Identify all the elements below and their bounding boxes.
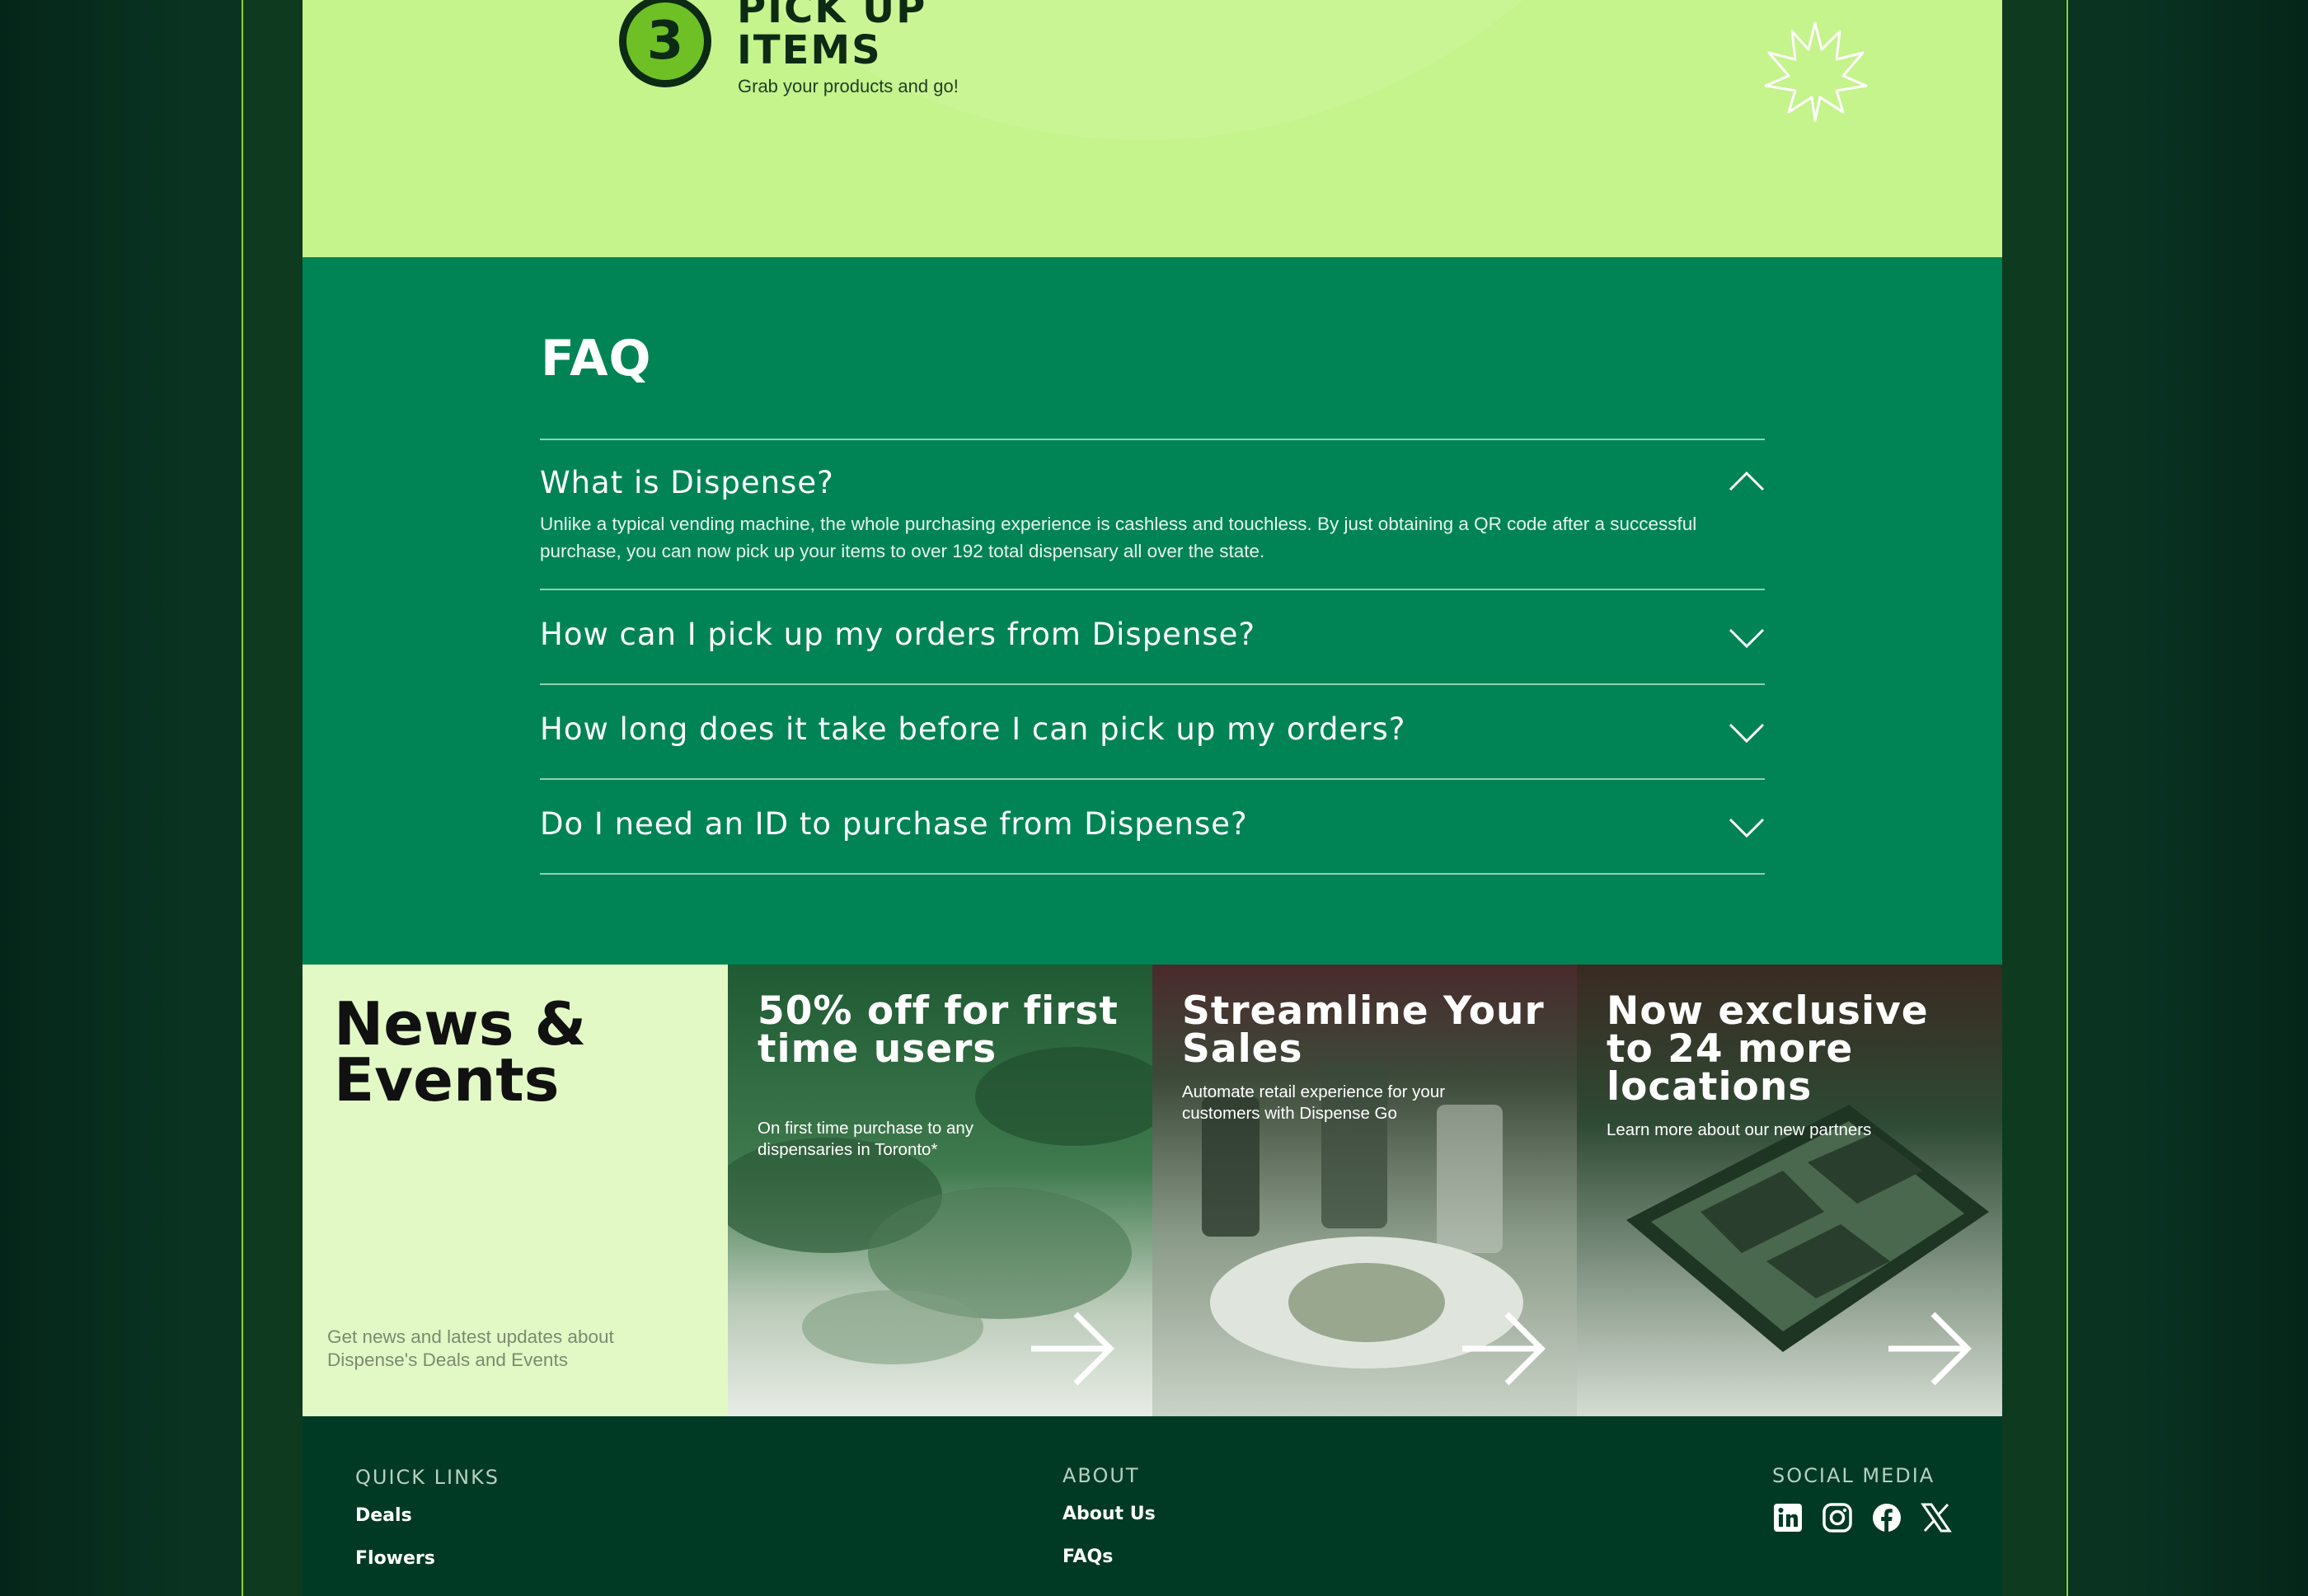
facebook-icon[interactable] — [1871, 1502, 1902, 1533]
linkedin-icon[interactable] — [1772, 1502, 1804, 1533]
social-media-heading: SOCIAL MEDIA — [1772, 1464, 1935, 1487]
card-title: 50% off for first time users — [758, 988, 1119, 1072]
faq-title: FAQ — [541, 330, 652, 387]
instagram-icon[interactable] — [1822, 1502, 1853, 1533]
step-number: 3 — [624, 0, 706, 82]
faq-item[interactable]: What is Dispense? Unlike a typical vendi… — [540, 440, 1765, 590]
steps-section: 3 PICK UP ITEMS Grab your products and g… — [303, 0, 2002, 257]
footer-link-about-us[interactable]: About Us — [1063, 1504, 1156, 1524]
page-content: 3 PICK UP ITEMS Grab your products and g… — [303, 0, 2002, 1596]
arrow-right-icon[interactable] — [1459, 1309, 1550, 1388]
news-title: News & Events — [334, 989, 587, 1115]
card-subtitle: Learn more about our new partners — [1607, 1120, 1872, 1139]
faq-item[interactable]: Do I need an ID to purchase from Dispens… — [540, 780, 1765, 875]
about-heading: ABOUT — [1063, 1464, 1140, 1487]
faq-item[interactable]: How can I pick up my orders from Dispens… — [540, 590, 1765, 685]
card-title: Streamline Your Sales — [1182, 988, 1545, 1072]
x-icon[interactable] — [1921, 1502, 1952, 1533]
faq-question[interactable]: Do I need an ID to purchase from Dispens… — [540, 780, 1765, 873]
faq-section: FAQ What is Dispense? Unlike a typical v… — [303, 257, 2002, 965]
faq-answer: Unlike a typical vending machine, the wh… — [540, 514, 1697, 561]
step-title-line-2: ITEMS — [737, 27, 882, 73]
news-card[interactable]: 50% off for first time users On first ti… — [728, 965, 1152, 1416]
news-description: Get news and latest updates about Dispen… — [327, 1326, 614, 1370]
news-events-section: News & Events Get news and latest update… — [303, 965, 2002, 1416]
chevron-down-icon[interactable] — [1729, 723, 1765, 744]
news-card[interactable]: Streamline Your Sales Automate retail ex… — [1152, 965, 1577, 1416]
faq-question[interactable]: How long does it take before I can pick … — [540, 685, 1765, 778]
arrow-right-icon[interactable] — [1028, 1309, 1119, 1388]
news-card[interactable]: Now exclusive to 24 more locations Learn… — [1577, 965, 2002, 1416]
footer: QUICK LINKS Deals Flowers ABOUT About Us… — [303, 1416, 2002, 1596]
chevron-up-icon[interactable] — [1729, 470, 1765, 491]
news-intro-panel: News & Events Get news and latest update… — [303, 965, 728, 1416]
news-title-line-2: Events — [334, 1045, 560, 1115]
chevron-down-icon[interactable] — [1729, 628, 1765, 650]
faq-list: What is Dispense? Unlike a typical vendi… — [540, 439, 1765, 875]
faq-item[interactable]: How long does it take before I can pick … — [540, 685, 1765, 780]
footer-link-flowers[interactable]: Flowers — [355, 1548, 435, 1569]
chevron-down-icon[interactable] — [1729, 818, 1765, 839]
quick-links-heading: QUICK LINKS — [355, 1466, 500, 1489]
step-title-line-1: PICK UP — [737, 0, 927, 32]
step-subtitle: Grab your products and go! — [738, 76, 959, 96]
footer-link-faqs[interactable]: FAQs — [1063, 1547, 1113, 1567]
card-subtitle: On first time purchase to any dispensari… — [758, 1119, 974, 1159]
card-title: Now exclusive to 24 more locations — [1607, 988, 1929, 1110]
step-number-badge: 3 — [619, 0, 711, 87]
footer-link-deals[interactable]: Deals — [355, 1505, 412, 1526]
faq-question[interactable]: What is Dispense? — [540, 440, 1765, 510]
faq-question[interactable]: How can I pick up my orders from Dispens… — [540, 590, 1765, 683]
step-title: PICK UP ITEMS — [737, 0, 1067, 71]
card-subtitle: Automate retail experience for your cust… — [1182, 1082, 1446, 1123]
hero-decorative-arc — [550, 0, 1737, 140]
cannabis-leaf-icon — [1764, 21, 1868, 122]
news-title-line-1: News & — [334, 989, 587, 1059]
arrow-right-icon[interactable] — [1885, 1309, 1976, 1388]
